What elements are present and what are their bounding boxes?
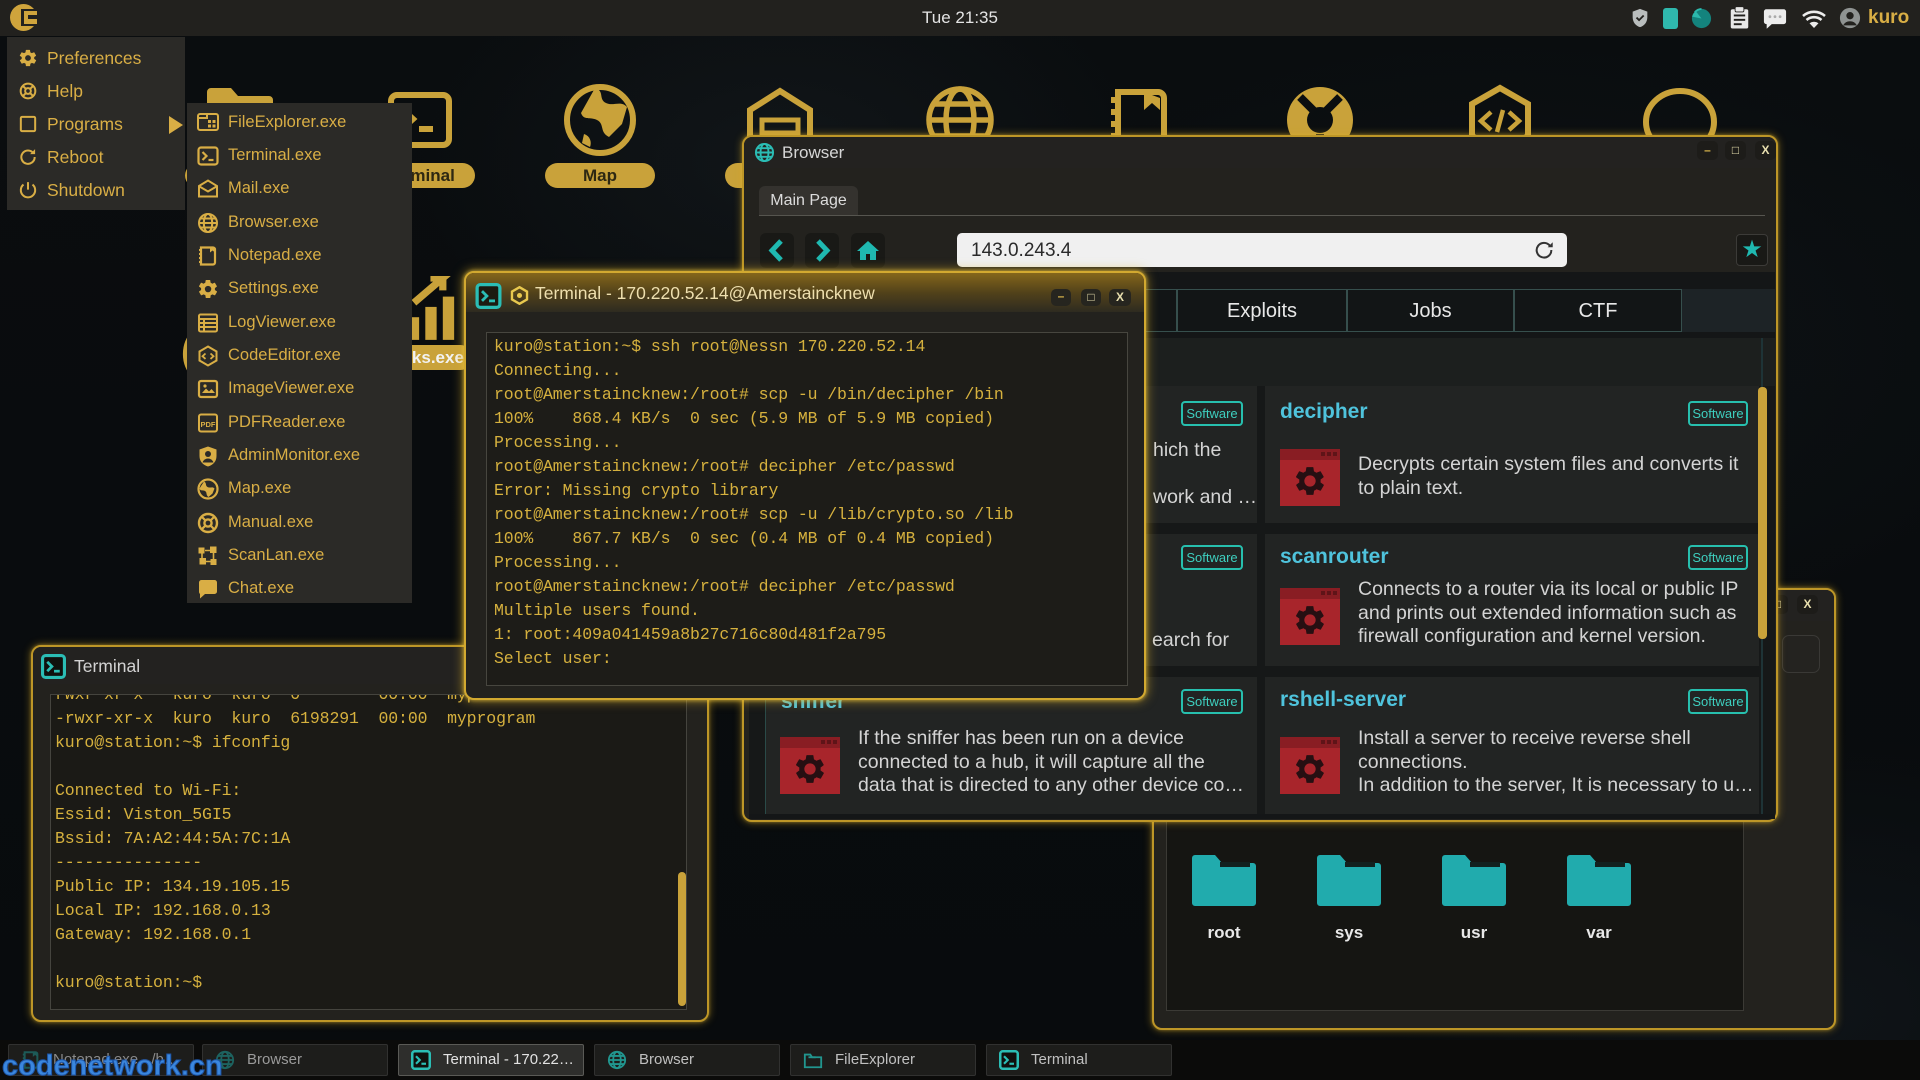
svg-text:PDF: PDF xyxy=(201,420,216,429)
